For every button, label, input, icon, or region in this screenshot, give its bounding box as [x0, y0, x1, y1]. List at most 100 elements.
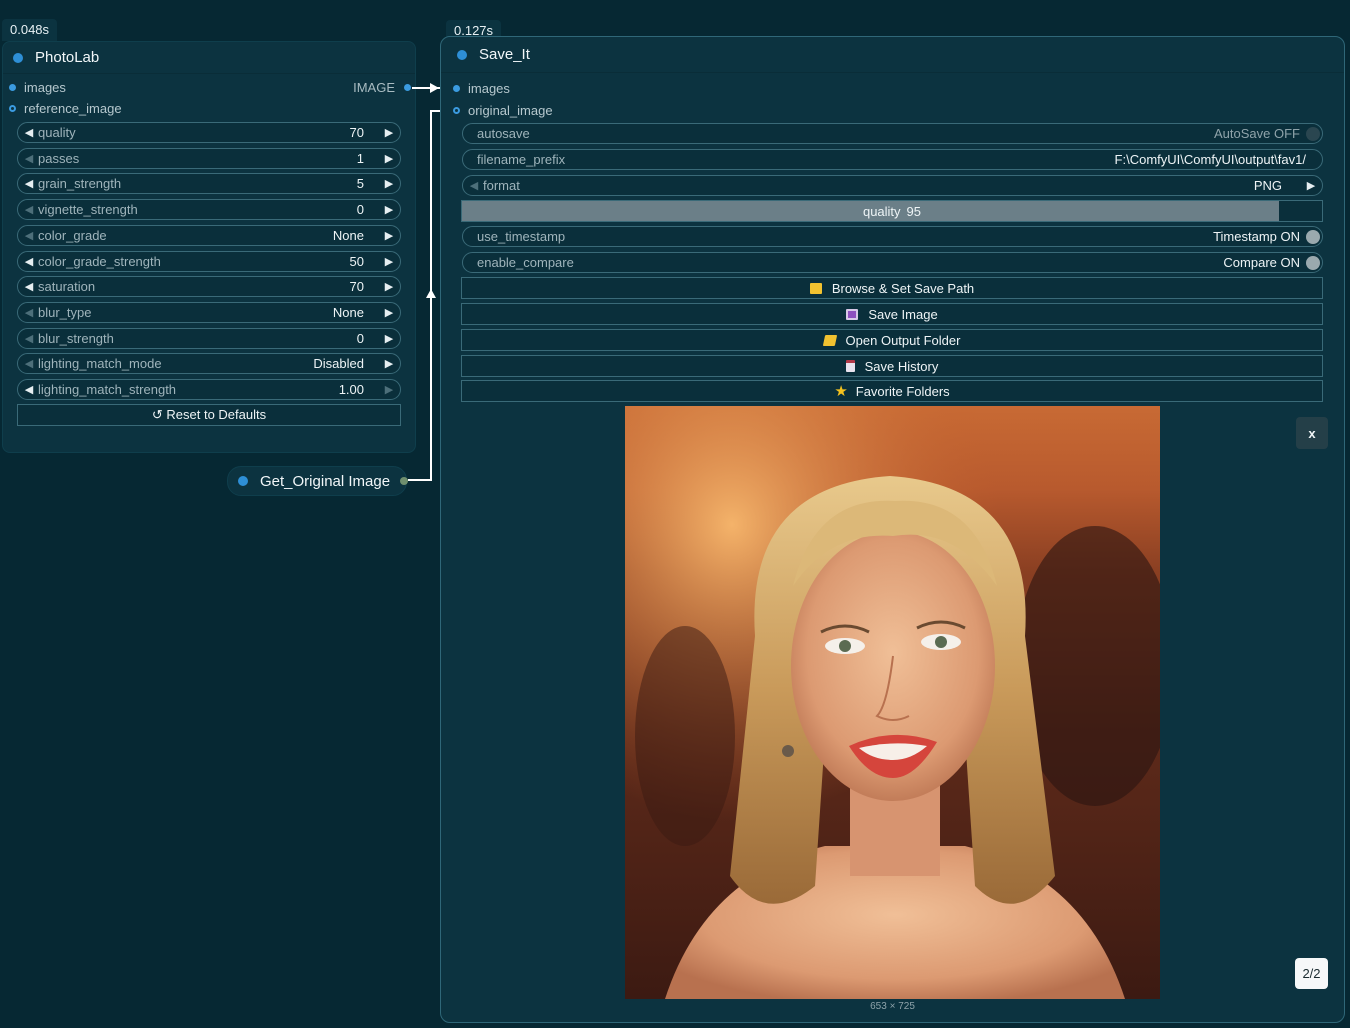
browse-save-path-button[interactable]: Browse & Set Save Path	[461, 277, 1323, 299]
widget-passes[interactable]: ◀ passes 1 ▶	[17, 147, 401, 169]
widget-value: None	[332, 227, 364, 243]
enable-compare-toggle[interactable]: enable_compare Compare ON	[462, 252, 1323, 273]
widget-value: 70	[349, 125, 364, 140]
input-slot-original-image[interactable]: original_image	[441, 99, 1344, 121]
toggle-knob	[1306, 126, 1320, 141]
widget-quality[interactable]: ◀ quality 70 ▶	[17, 122, 401, 143]
decrement-arrow-icon[interactable]: ◀	[22, 177, 36, 190]
widget-color-grade-strength[interactable]: ◀ color_grade_strength 50 ▶	[17, 250, 401, 272]
decrement-arrow-icon[interactable]: ◀	[22, 383, 36, 396]
widget-label: color_grade_strength	[38, 253, 161, 269]
quality-slider[interactable]: quality 95	[461, 200, 1323, 222]
widget-value: F:\ComfyUI\ComfyUI\output\fav1/	[1114, 152, 1306, 167]
reset-label: ↺ Reset to Defaults	[151, 407, 267, 422]
widget-grain-strength[interactable]: ◀ grain_strength 5 ▶	[17, 173, 401, 195]
input-slot-dot[interactable]	[9, 84, 16, 91]
widget-value: 70	[349, 279, 364, 295]
widget-label: lighting_match_mode	[38, 356, 162, 372]
widget-color-grade[interactable]: ◀ color_grade None ▶	[17, 224, 401, 246]
image-preview[interactable]	[625, 406, 1160, 999]
decrement-arrow-icon[interactable]: ◀	[22, 229, 36, 242]
node-status-dot	[457, 49, 467, 60]
decrement-arrow-icon[interactable]: ◀	[22, 152, 36, 165]
output-type-label: IMAGE	[353, 80, 395, 95]
decrement-arrow-icon[interactable]: ◀	[22, 357, 36, 370]
input-slot-dot[interactable]	[453, 106, 460, 114]
portrait-photo	[625, 406, 1160, 999]
increment-arrow-icon[interactable]: ▶	[378, 203, 400, 216]
decrement-arrow-icon[interactable]: ◀	[22, 255, 36, 268]
widget-label: filename_prefix	[477, 152, 566, 167]
button-label: Save Image	[868, 306, 938, 322]
widget-lighting-match-strength[interactable]: ◀ lighting_match_strength 1.00 ▶	[17, 379, 401, 400]
notepad-icon	[845, 360, 855, 372]
output-slot-dot[interactable]	[404, 84, 411, 91]
increment-arrow-icon[interactable]: ▶	[378, 357, 400, 370]
decrement-arrow-icon[interactable]: ◀	[22, 306, 36, 319]
saveit-title-bar[interactable]: Save_It	[441, 37, 1344, 73]
increment-arrow-icon[interactable]: ▶	[378, 177, 400, 190]
open-output-folder-button[interactable]: Open Output Folder	[461, 329, 1323, 351]
save-history-button[interactable]: Save History	[461, 355, 1323, 377]
folder-icon	[809, 282, 822, 294]
increment-arrow-icon[interactable]: ▶	[378, 280, 400, 293]
slot-label: original_image	[468, 102, 553, 118]
node-status-dot	[13, 52, 23, 63]
photolab-title-bar[interactable]: PhotoLab	[3, 42, 415, 74]
toggle-knob	[1306, 255, 1320, 270]
decrement-arrow-icon[interactable]: ◀	[22, 203, 36, 216]
increment-arrow-icon[interactable]: ▶	[378, 229, 400, 242]
widget-label: use_timestamp	[477, 229, 566, 244]
increment-arrow-icon[interactable]: ▶	[378, 383, 400, 396]
favorite-folders-button[interactable]: ★ Favorite Folders	[461, 380, 1323, 402]
use-timestamp-toggle[interactable]: use_timestamp Timestamp ON	[462, 226, 1323, 247]
input-slot-dot[interactable]	[453, 84, 460, 92]
filename-prefix-field[interactable]: filename_prefix F:\ComfyUI\ComfyUI\outpu…	[462, 149, 1323, 170]
widget-value: PNG	[1253, 178, 1282, 193]
increment-arrow-icon[interactable]: ▶	[378, 332, 400, 345]
increment-arrow-icon[interactable]: ▶	[378, 306, 400, 319]
increment-arrow-icon[interactable]: ▶	[378, 126, 400, 139]
widget-vignette-strength[interactable]: ◀ vignette_strength 0 ▶	[17, 199, 401, 221]
slot-label: images	[24, 80, 66, 95]
widget-label: saturation	[38, 279, 96, 295]
input-slot-reference-image[interactable]: reference_image	[3, 98, 415, 119]
node-title: PhotoLab	[35, 49, 100, 66]
close-preview-button[interactable]: x	[1296, 417, 1328, 449]
decrement-arrow-icon[interactable]: ◀	[467, 179, 481, 192]
decrement-arrow-icon[interactable]: ◀	[22, 280, 36, 293]
decrement-arrow-icon[interactable]: ◀	[22, 332, 36, 345]
widget-blur-type[interactable]: ◀ blur_type None ▶	[17, 301, 401, 323]
format-combo[interactable]: ◀ format PNG ▶	[462, 175, 1323, 196]
widget-lighting-match-mode[interactable]: ◀ lighting_match_mode Disabled ▶	[17, 353, 401, 375]
slot-label: images	[468, 80, 510, 96]
widget-value: 1.00	[338, 382, 364, 397]
input-slot-images[interactable]: images IMAGE	[3, 77, 415, 98]
input-slot-dot[interactable]	[9, 105, 16, 112]
increment-arrow-icon[interactable]: ▶	[1300, 179, 1322, 192]
save-image-button[interactable]: Save Image	[461, 303, 1323, 325]
open-folder-icon	[822, 334, 837, 346]
widget-value: Disabled	[313, 356, 364, 372]
input-slot-images[interactable]: images	[441, 77, 1344, 99]
widget-blur-strength[interactable]: ◀ blur_strength 0 ▶	[17, 327, 401, 349]
output-slot-dot[interactable]	[400, 477, 408, 485]
widget-label: vignette_strength	[38, 202, 138, 218]
widget-label: enable_compare	[477, 255, 574, 270]
increment-arrow-icon[interactable]: ▶	[378, 255, 400, 268]
photolab-timing: 0.048s	[2, 19, 58, 41]
decrement-arrow-icon[interactable]: ◀	[22, 126, 36, 139]
widget-value: AutoSave OFF	[1214, 126, 1300, 141]
widget-saturation[interactable]: ◀ saturation 70 ▶	[17, 276, 401, 298]
get-original-node[interactable]: Get_Original Image	[227, 466, 408, 496]
increment-arrow-icon[interactable]: ▶	[378, 152, 400, 165]
widget-value: Compare ON	[1223, 255, 1300, 270]
link-arrow-icon	[430, 83, 439, 93]
node-title: Save_It	[479, 46, 530, 63]
widget-label: passes	[38, 150, 80, 166]
preview-page-indicator[interactable]: 2/2	[1295, 958, 1328, 989]
reset-defaults-button[interactable]: ↺ Reset to Defaults	[17, 404, 401, 426]
autosave-toggle[interactable]: autosave AutoSave OFF	[462, 123, 1323, 144]
floppy-disk-icon	[846, 308, 859, 320]
page-indicator-label: 2/2	[1302, 966, 1321, 981]
